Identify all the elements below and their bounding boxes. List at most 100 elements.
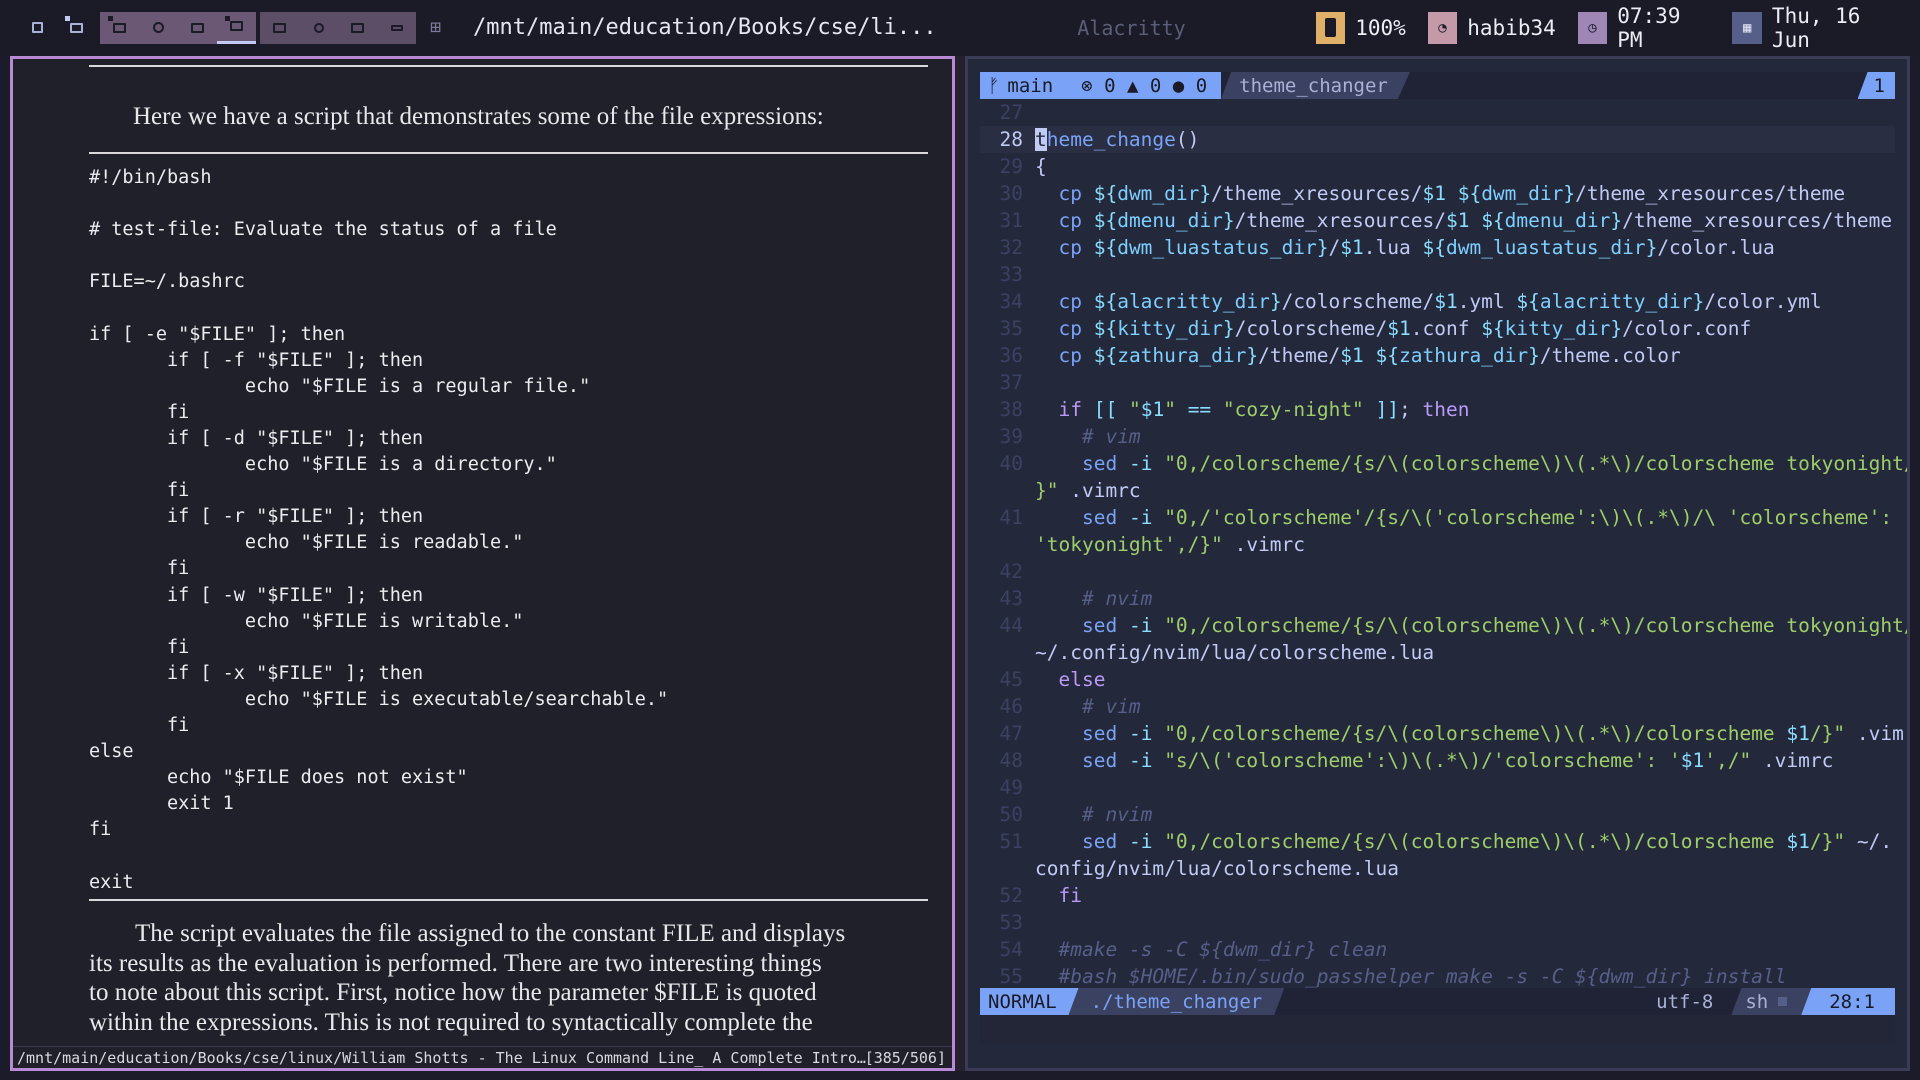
top-bar: ⊞ /mnt/main/education/Books/cse/li... Al… bbox=[0, 0, 1920, 55]
code-line: 44 sed -i "0,/colorscheme/{s/\(colorsche… bbox=[999, 614, 1910, 637]
code-line: config/nvim/lua/colorscheme.lua bbox=[1035, 857, 1399, 880]
window-icon bbox=[191, 22, 204, 33]
error-count: 0 bbox=[1104, 74, 1116, 97]
vim-filename: ./theme_changer bbox=[1069, 988, 1285, 1015]
filetype-label: sh bbox=[1745, 990, 1769, 1013]
code-line: 49 bbox=[999, 776, 1023, 799]
code-line: 41 sed -i "0,/'colorscheme'/{s/\('colors… bbox=[999, 506, 1893, 529]
code-line: 42 bbox=[999, 560, 1023, 583]
code-line: 34 cp ${alacritty_dir}/colorscheme/$1.ym… bbox=[999, 290, 1822, 313]
code-line: }" .vimrc bbox=[1035, 479, 1141, 502]
code-line: 39 # vim bbox=[999, 425, 1141, 448]
tag-4[interactable] bbox=[139, 12, 178, 44]
code-line: 50 # nvim bbox=[999, 803, 1153, 826]
status-area: 100% ◔ habib34 ◷ 07:39 PM ▦ Thu, 16 Jun bbox=[1294, 0, 1920, 55]
tag-1[interactable] bbox=[18, 12, 57, 44]
tag-2[interactable] bbox=[57, 12, 96, 44]
vim-buffer[interactable]: 27 28 theme_change() 29{ 30 cp ${dwm_dir}… bbox=[980, 99, 1910, 990]
workspace-tags: ⊞ bbox=[0, 0, 455, 55]
code-line: 52 fi bbox=[999, 884, 1082, 907]
tag-8[interactable] bbox=[299, 12, 338, 44]
cursor: t bbox=[1035, 128, 1047, 151]
occupied-indicator bbox=[65, 15, 70, 21]
divider bbox=[89, 65, 928, 67]
vim-tabline: ᚠ main ⊗ 0 ▲ 0 ● 0 theme_changer 1 bbox=[980, 72, 1895, 99]
folder-icon bbox=[113, 22, 126, 33]
code-line: 35 cp ${kitty_dir}/colorscheme/$1.conf $… bbox=[999, 317, 1752, 340]
code-line: 38 if [[ "$1" == "cozy-night" ]]; then bbox=[999, 398, 1470, 421]
page-indicator: [385/506] bbox=[864, 1049, 946, 1067]
code-line: 36 cp ${zathura_dir}/theme/$1 ${zathura_… bbox=[999, 344, 1681, 367]
code-line: 31 cp ${dmenu_dir}/theme_xresources/$1 $… bbox=[999, 209, 1893, 232]
paragraph-line: its results as the evaluation is perform… bbox=[89, 949, 822, 977]
tag-7[interactable] bbox=[260, 12, 299, 44]
terminal-icon bbox=[70, 22, 83, 33]
code-line: 27 bbox=[999, 101, 1023, 124]
tab-theme-changer[interactable]: theme_changer bbox=[1221, 72, 1410, 99]
vim-command-line[interactable] bbox=[980, 1015, 1895, 1042]
code-line: 30 cp ${dwm_dir}/theme_xresources/$1 ${d… bbox=[999, 182, 1846, 205]
code-line: 29{ bbox=[999, 155, 1047, 178]
move-icon bbox=[313, 22, 324, 33]
vim-mode: NORMAL bbox=[980, 988, 1079, 1015]
code-line: 54 #make -s -C ${dwm_dir} clean bbox=[999, 938, 1388, 961]
network-name: habib34 bbox=[1467, 15, 1556, 40]
tag-9[interactable] bbox=[338, 12, 377, 44]
tag-group-2 bbox=[260, 11, 416, 44]
app-name: Alacritty bbox=[1077, 15, 1186, 40]
grid-icon bbox=[32, 22, 43, 33]
file-type: sh bbox=[1731, 988, 1811, 1015]
tab-count[interactable]: 1 bbox=[1857, 72, 1895, 99]
code-line: 48 sed -i "s/\('colorscheme':\)\(.*\)/'c… bbox=[999, 749, 1834, 772]
tag-group-1 bbox=[100, 11, 256, 44]
filetype-icon bbox=[1778, 997, 1787, 1006]
occupied-indicator bbox=[108, 15, 113, 21]
git-branch-icon: ᚠ bbox=[988, 74, 1000, 97]
code-line: 53 bbox=[999, 911, 1023, 934]
divider bbox=[89, 152, 928, 154]
time: 07:39 PM bbox=[1617, 3, 1681, 52]
vim-editor-window[interactable]: ᚠ main ⊗ 0 ▲ 0 ● 0 theme_changer 1 27 28… bbox=[965, 56, 1910, 1071]
info-icon: ● bbox=[1172, 74, 1185, 97]
code-line: 'tokyonight',/}" .vimrc bbox=[1035, 533, 1306, 556]
book-icon bbox=[230, 21, 243, 31]
settings-icon bbox=[390, 24, 403, 31]
code-line: 43 # nvim bbox=[999, 587, 1153, 610]
code-line: 46 # vim bbox=[999, 695, 1141, 718]
tag-10[interactable] bbox=[377, 12, 416, 44]
cursor-position: 28:1 bbox=[1801, 988, 1895, 1015]
code-line: 55 #bash $HOME/.bin/sudo_passhelper make… bbox=[999, 965, 1787, 988]
diagnostics: ⊗ 0 ▲ 0 ● 0 bbox=[1063, 72, 1222, 99]
code-line: 32 cp ${dwm_luastatus_dir}/$1.lua ${dwm_… bbox=[999, 236, 1775, 259]
tag-5[interactable] bbox=[178, 12, 217, 44]
pdf-file-path: /mnt/main/education/Books/cse/linux/Will… bbox=[17, 1049, 866, 1067]
code-line: 40 sed -i "0,/colorscheme/{s/\(colorsche… bbox=[999, 452, 1910, 475]
paragraph-line: The script evaluates the file assigned t… bbox=[135, 920, 846, 947]
git-branch: ᚠ main bbox=[980, 72, 1064, 99]
layout-grid-icon[interactable]: ⊞ bbox=[416, 17, 455, 38]
code-line: 51 sed -i "0,/colorscheme/{s/\(colorsche… bbox=[999, 830, 1893, 853]
code-line-current: 28 theme_change() bbox=[980, 126, 1895, 153]
circle-icon bbox=[153, 22, 164, 33]
pdf-code-listing: #!/bin/bash # test-file: Evaluate the st… bbox=[89, 167, 669, 893]
paragraph-line: within the expressions. This is not requ… bbox=[89, 1008, 813, 1036]
file-encoding: utf-8 bbox=[1656, 990, 1714, 1013]
branch-name: main bbox=[1007, 74, 1054, 97]
code-line: 47 sed -i "0,/colorscheme/{s/\(colorsche… bbox=[999, 722, 1907, 745]
clock-icon: ◷ bbox=[1577, 11, 1608, 44]
divider bbox=[89, 899, 928, 901]
code-line: 37 bbox=[999, 371, 1023, 394]
calendar-icon: ▦ bbox=[1732, 11, 1762, 44]
tag-3[interactable] bbox=[100, 12, 139, 44]
chat-icon bbox=[273, 22, 286, 33]
warning-count: 0 bbox=[1149, 74, 1162, 97]
pdf-viewer-window[interactable]: Here we have a script that demonstrates … bbox=[10, 56, 955, 1071]
battery-icon bbox=[1315, 11, 1346, 44]
pdf-statusbar: /mnt/main/education/Books/cse/linux/Will… bbox=[13, 1046, 952, 1068]
box-icon bbox=[351, 22, 364, 33]
code-line: 33 bbox=[999, 263, 1023, 286]
tag-6[interactable] bbox=[217, 12, 256, 44]
window-title: /mnt/main/education/Books/cse/li... bbox=[473, 15, 937, 40]
code-line: ~/.config/nvim/lua/colorscheme.lua bbox=[1035, 641, 1435, 664]
pdf-intro-text: Here we have a script that demonstrates … bbox=[133, 103, 824, 130]
